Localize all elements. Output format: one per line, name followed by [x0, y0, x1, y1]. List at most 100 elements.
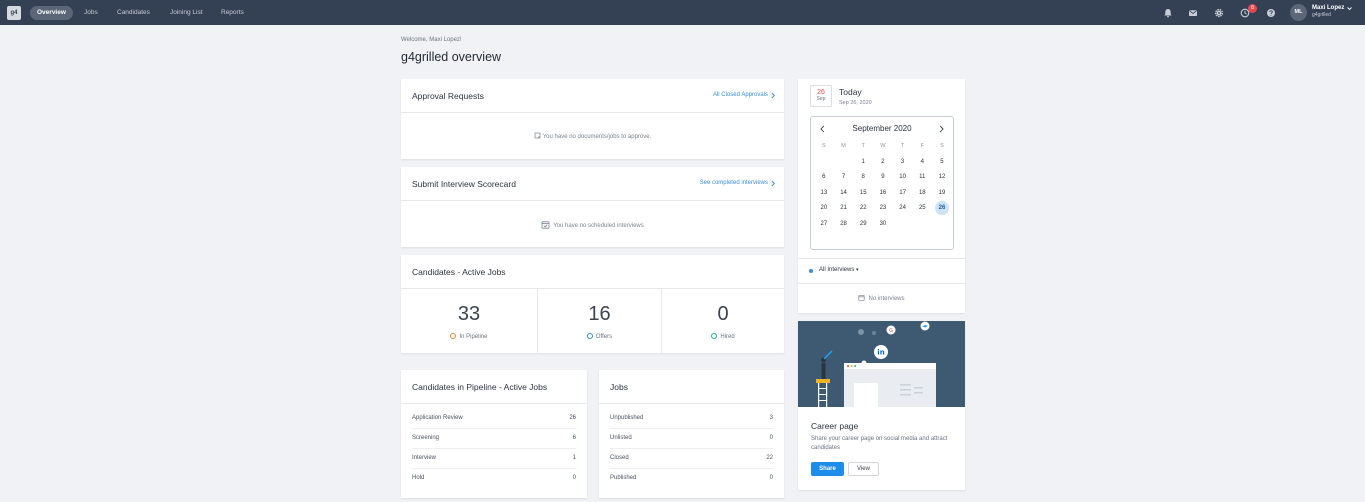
calendar-day-number: 20 — [820, 205, 828, 211]
share-button[interactable]: Share — [811, 462, 844, 476]
interviews-filter-row: All Interviews ▾ — [798, 258, 965, 284]
calendar-day-number: 16 — [879, 189, 887, 196]
nav-overview[interactable]: Overview — [30, 6, 73, 20]
avatar[interactable]: ML — [1290, 4, 1307, 21]
list-item[interactable]: Closed 22 — [610, 449, 773, 469]
card-header: Submit Interview Scorecard See completed… — [401, 167, 784, 201]
list-item[interactable]: Published 0 — [610, 469, 773, 489]
bell-icon[interactable] — [1163, 8, 1173, 18]
calendar-day[interactable]: 9 — [873, 170, 893, 186]
calendar-day-number: 27 — [820, 220, 828, 227]
calendar-day[interactable]: 16 — [873, 186, 893, 202]
card-header: Jobs — [599, 370, 784, 404]
calendar-day[interactable]: 6 — [814, 170, 834, 186]
weekday-header: M — [841, 143, 846, 149]
card-header: Approval Requests All Closed Approvals — [401, 79, 784, 113]
calendar-day[interactable]: 26 — [932, 201, 952, 217]
list-item[interactable]: Unpublished 3 — [610, 409, 773, 429]
list-item[interactable]: Interview 1 — [412, 449, 576, 469]
calendar-day[interactable]: 20 — [814, 201, 834, 217]
jobs-card: Jobs Unpublished 3 Unlisted 0 Closed 22 … — [599, 370, 784, 498]
nav-jobs[interactable]: Jobs — [77, 6, 105, 20]
row-value: 3 — [769, 415, 773, 421]
status-dot — [711, 333, 718, 339]
calendar-day[interactable]: 27 — [814, 217, 834, 233]
list-item[interactable]: Unlisted 0 — [610, 429, 773, 449]
calendar-day[interactable]: 4 — [912, 155, 932, 171]
calendar-day[interactable]: 15 — [853, 186, 873, 202]
row-label: Unpublished — [610, 415, 644, 421]
calendar-day[interactable]: 5 — [932, 155, 952, 171]
calendar-day-number: 2 — [881, 158, 885, 165]
nav-candidates[interactable]: Candidates — [110, 6, 157, 20]
candidates-pipeline-card: Candidates in Pipeline - Active Jobs App… — [401, 370, 587, 498]
all-closed-approvals-link[interactable]: All Closed Approvals — [713, 92, 768, 98]
calendar-day[interactable]: 29 — [853, 217, 873, 233]
calendar-day[interactable]: 13 — [814, 186, 834, 202]
page-title: g4grilled overview — [401, 50, 502, 64]
calendar-day-number: 11 — [919, 174, 926, 180]
nav-joining-list[interactable]: Joining List — [163, 6, 210, 20]
stat-offers[interactable]: 16 Offers — [538, 289, 661, 353]
calendar-day[interactable]: 1 — [853, 155, 873, 171]
calendar-day-number: 15 — [859, 189, 867, 196]
no-interviews-state: No interviews — [798, 294, 965, 302]
chevron-right-icon[interactable] — [938, 125, 945, 133]
calendar-day-number: 8 — [861, 174, 865, 180]
interviews-filter-dropdown[interactable]: All Interviews ▾ — [819, 267, 859, 273]
calendar-day[interactable]: 22 — [853, 201, 873, 217]
weekday-header: S — [940, 143, 944, 149]
calendar-day-number: 26 — [934, 201, 949, 215]
chevron-right-icon[interactable] — [770, 92, 776, 99]
nav-reports[interactable]: Reports — [214, 6, 251, 20]
today-label: Today — [839, 87, 862, 97]
weekday-header: S — [822, 143, 826, 149]
calendar-day[interactable]: 19 — [932, 186, 952, 202]
calendar-day[interactable]: 28 — [834, 217, 854, 233]
calendar-day[interactable]: 25 — [912, 201, 932, 217]
weekday-header: F — [920, 143, 924, 149]
user-name[interactable]: Maxi Lopez — [1312, 5, 1344, 11]
approval-requests-card: Approval Requests All Closed Approvals Y… — [401, 79, 784, 159]
calendar-day[interactable]: 10 — [893, 170, 913, 186]
user-org: g4grilled — [1312, 12, 1331, 18]
candidates-active-jobs-card: Candidates - Active Jobs 33 In Pipeline … — [401, 255, 784, 353]
calendar-day[interactable]: 21 — [834, 201, 854, 217]
svg-text:in: in — [877, 349, 884, 357]
chevron-down-icon[interactable] — [1346, 5, 1353, 12]
top-nav-bar: g4 Overview Jobs Candidates Joining List… — [0, 0, 1365, 25]
calendar-day[interactable]: 24 — [893, 201, 913, 217]
calendar-day[interactable]: 8 — [853, 170, 873, 186]
company-logo[interactable]: g4 — [7, 6, 21, 20]
row-label: Unlisted — [610, 435, 632, 441]
list-item[interactable]: Screening 6 — [412, 429, 576, 449]
calendar-day[interactable]: 12 — [932, 170, 952, 186]
view-button[interactable]: View — [848, 462, 879, 476]
row-value: 26 — [569, 415, 576, 421]
calendar-day-number: 17 — [899, 189, 906, 196]
calendar-day[interactable]: 30 — [873, 217, 893, 233]
see-completed-interviews-link[interactable]: See completed interviews — [700, 180, 768, 186]
calendar-day[interactable]: 11 — [912, 170, 932, 186]
stat-in-pipeline[interactable]: 33 In Pipeline — [401, 289, 537, 353]
calendar-empty-cell — [834, 155, 854, 171]
calendar-day[interactable]: 17 — [893, 186, 913, 202]
list-item[interactable]: Hold 0 — [412, 469, 576, 489]
calendar-widget: September 2020 S M T W T F S 1 2 3 4 5 6 7 8 9 10 11 12 13 1… — [810, 116, 954, 250]
career-page-title: Career page — [811, 421, 859, 431]
calendar-day[interactable]: 23 — [873, 201, 893, 217]
empty-state: You have no scheduled interviews — [401, 220, 784, 229]
stat-hired[interactable]: 0 Hired — [662, 289, 784, 353]
calendar-day[interactable]: 18 — [912, 186, 932, 202]
mail-icon[interactable] — [1188, 8, 1198, 18]
list-item[interactable]: Application Review 26 — [412, 409, 576, 429]
gear-icon[interactable] — [1214, 8, 1224, 18]
career-page-illustration: G in — [798, 321, 965, 407]
calendar-day[interactable]: 14 — [834, 186, 854, 202]
chevron-right-icon[interactable] — [770, 180, 776, 187]
calendar-day[interactable]: 2 — [873, 155, 893, 171]
row-value: 0 — [572, 475, 576, 481]
calendar-day[interactable]: 3 — [893, 155, 913, 171]
calendar-day[interactable]: 7 — [834, 170, 854, 186]
help-icon[interactable] — [1266, 8, 1276, 18]
